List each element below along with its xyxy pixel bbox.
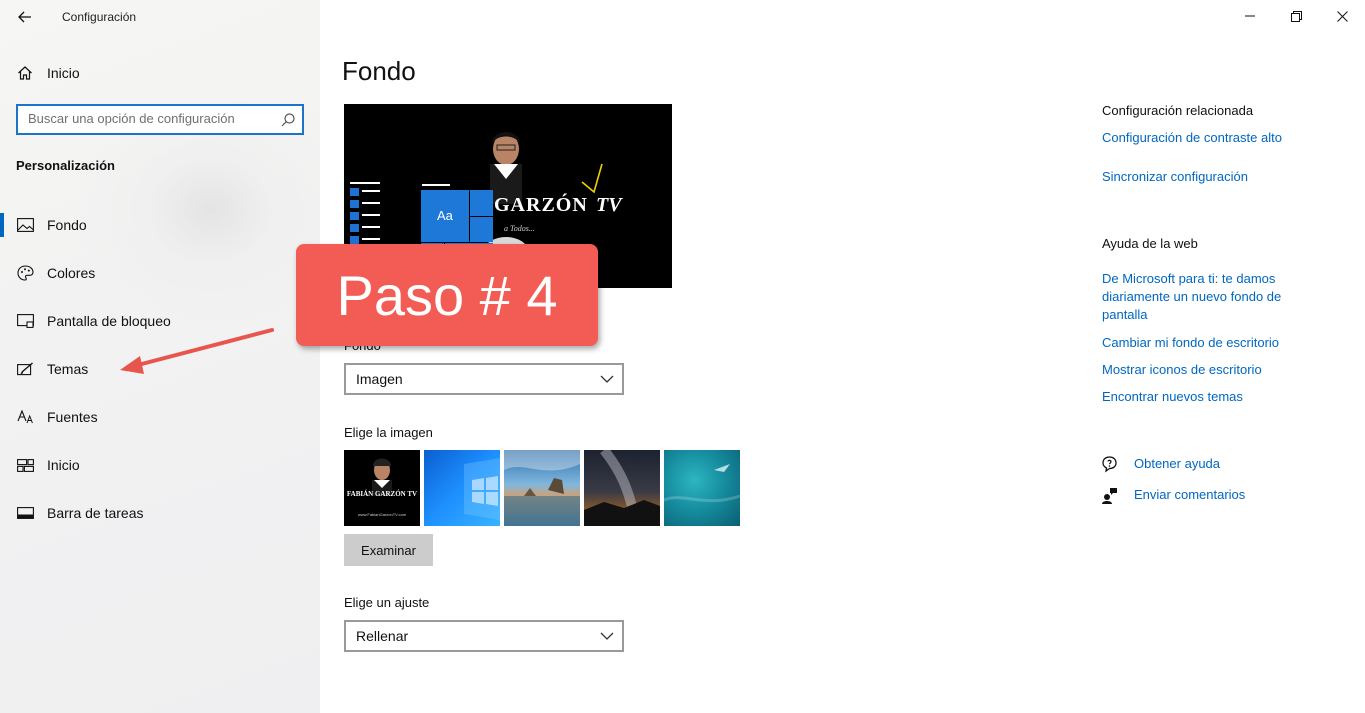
sidebar-item-fuentes[interactable]: Fuentes [0,397,320,437]
page-title: Fondo [342,56,416,86]
thumbnail-night-sky[interactable] [584,450,660,526]
back-button[interactable] [12,4,38,30]
sidebar-item-label: Colores [47,265,96,281]
fit-value: Rellenar [356,628,409,644]
choose-image-label: Elige la imagen [344,425,433,440]
show-desktop-icons-link[interactable]: Mostrar iconos de escritorio [1102,361,1262,379]
chevron-down-icon [600,375,614,383]
preview-brand-tv: TV [596,194,622,216]
related-settings-heading: Configuración relacionada [1102,103,1254,118]
main-panel: Fondo Aa GARZÓN TV a Todos... Imagen Eli… [320,0,1365,713]
step-callout-text: Paso # 4 [336,263,558,327]
preview-tagline: a Todos... [504,224,535,233]
search-box[interactable] [16,104,304,135]
sidebar-item-label: Inicio [47,457,80,473]
app-title: Configuración [62,10,137,24]
image-thumbnails: FABIÁN GARZÓN TV www.FabianGarzonTV.com [344,450,740,526]
high-contrast-link[interactable]: Configuración de contraste alto [1102,129,1282,147]
thumbnail-underwater[interactable] [664,450,740,526]
background-type-dropdown[interactable]: Imagen [344,363,624,395]
close-icon [1336,10,1348,22]
sidebar-item-fondo[interactable]: Fondo [0,205,320,245]
font-icon [16,408,34,426]
annotation-arrow-icon [120,328,274,374]
web-help-heading: Ayuda de la web [1102,236,1198,251]
preview-brand-text: GARZÓN [494,194,588,216]
sync-settings-link[interactable]: Sincronizar configuración [1102,168,1248,186]
sidebar-item-label: Fuentes [47,409,98,425]
palette-icon [16,264,34,282]
start-icon [16,456,34,474]
thumbnail-beach[interactable] [504,450,580,526]
background-type-value: Imagen [356,371,403,387]
title-bar: Configuración [0,0,320,34]
change-wallpaper-link[interactable]: Cambiar mi fondo de escritorio [1102,334,1279,352]
send-feedback-link[interactable]: Enviar comentarios [1134,486,1245,504]
browse-button[interactable]: Examinar [344,534,433,566]
feedback-icon [1102,488,1117,504]
image-icon [16,216,34,234]
find-themes-link[interactable]: Encontrar nuevos temas [1102,388,1243,406]
thumbnail-brand-text: FABIÁN GARZÓN TV [346,490,418,498]
chevron-down-icon [600,632,614,640]
daily-wallpaper-link[interactable]: De Microsoft para ti: te damos diariamen… [1102,270,1322,324]
preview-tile-label: Aa [437,208,453,223]
nav-home[interactable]: Inicio [0,58,320,88]
step-callout: Paso # 4 [296,244,598,346]
restore-icon [1290,10,1302,22]
home-icon [16,64,34,82]
get-help-link[interactable]: Obtener ayuda [1134,455,1220,473]
sidebar-item-label: Barra de tareas [47,505,144,521]
thumbnail-windows-blue[interactable] [424,450,500,526]
minimize-button[interactable] [1227,0,1273,32]
sidebar-item-label: Fondo [47,217,87,233]
brush-icon [16,360,34,378]
back-arrow-icon [18,11,31,23]
fit-label: Elige un ajuste [344,595,430,610]
sidebar-item-colores[interactable]: Colores [0,253,320,293]
sidebar-item-inicio[interactable]: Inicio [0,445,320,485]
search-input[interactable] [28,111,268,126]
search-icon[interactable] [280,112,296,128]
close-button[interactable] [1319,0,1365,32]
thumbnail-fabian-garzon[interactable]: FABIÁN GARZÓN TV www.FabianGarzonTV.com [344,450,420,526]
sidebar-item-barra-de-tareas[interactable]: Barra de tareas [0,493,320,533]
taskbar-icon [16,504,34,522]
section-title: Personalización [16,158,115,173]
help-chat-icon [1102,456,1117,473]
window-controls [1227,0,1365,32]
restore-button[interactable] [1273,0,1319,32]
minimize-icon [1245,15,1255,17]
sidebar-item-label: Temas [47,361,89,377]
lock-screen-icon [16,312,34,330]
nav-home-label: Inicio [47,65,80,81]
thumbnail-url-text: www.FabianGarzonTV.com [357,512,407,517]
fit-dropdown[interactable]: Rellenar [344,620,624,652]
